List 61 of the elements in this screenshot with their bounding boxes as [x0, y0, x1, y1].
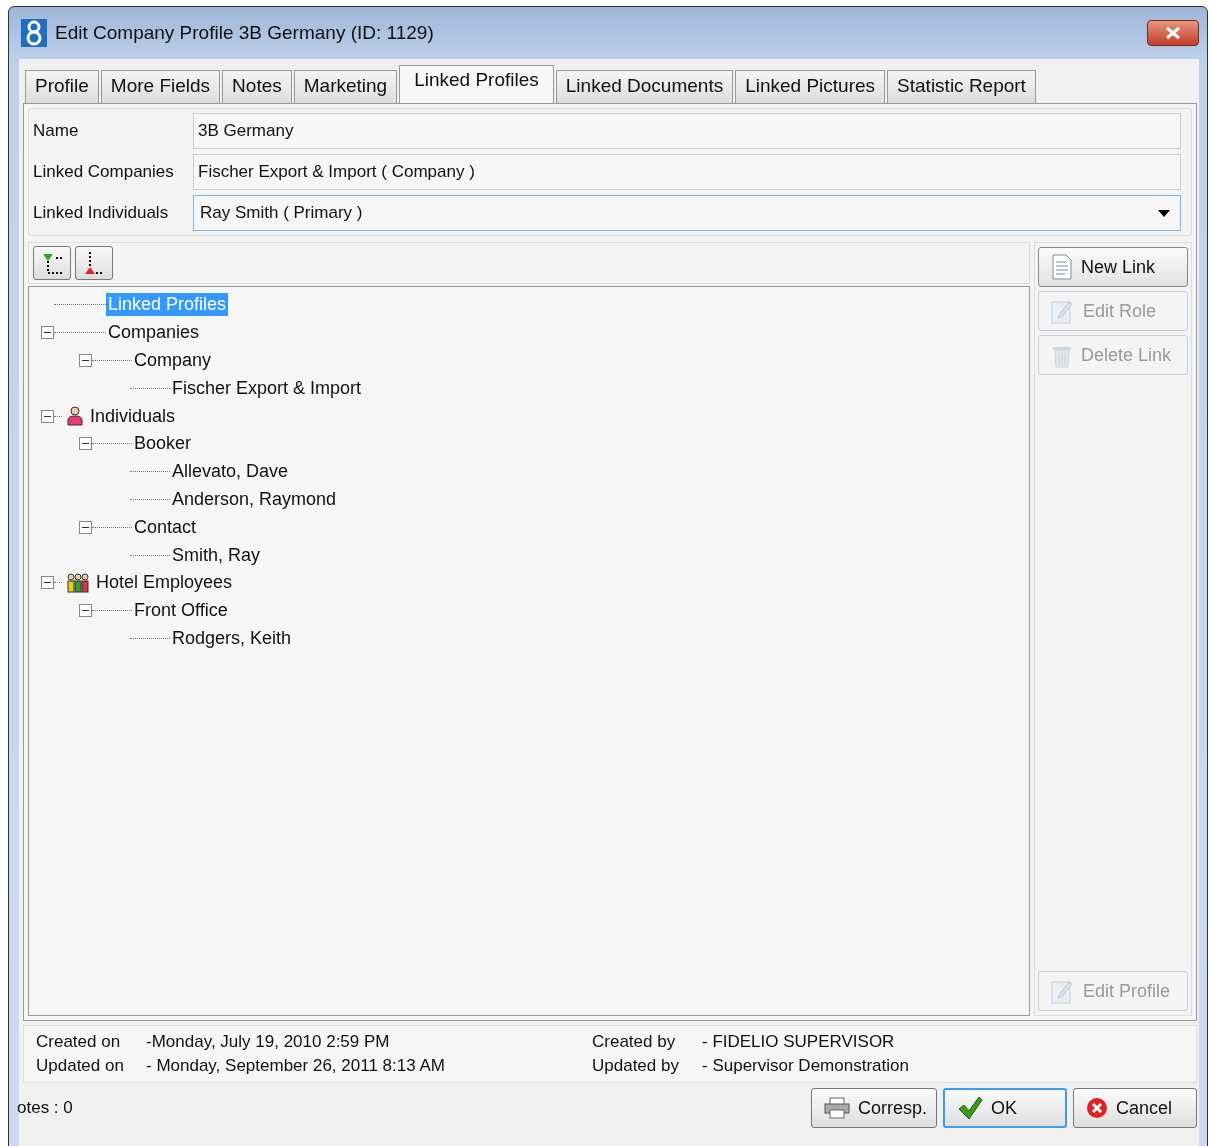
caret-icon: [1158, 209, 1170, 217]
check-icon: [957, 1096, 983, 1120]
text-field[interactable]: 3B Germany: [193, 113, 1181, 149]
tab[interactable]: Profile: [25, 70, 99, 103]
info-label: Created on: [36, 1032, 122, 1052]
tab[interactable]: Marketing: [293, 70, 398, 103]
window-title: Edit Company Profile 3B Germany (ID: 1129): [55, 22, 435, 44]
side-button[interactable]: New Link: [1038, 247, 1188, 287]
dialog-button[interactable]: Corresp.: [811, 1088, 937, 1128]
pencil-note-icon: [1051, 978, 1075, 1004]
document-icon: [1051, 254, 1073, 280]
collapse-box-icon[interactable]: [79, 354, 92, 367]
info-value: - FIDELIO SUPERVISOR: [702, 1032, 895, 1051]
people-group-icon: [66, 572, 90, 593]
info-value: - Supervisor Demonstration: [702, 1056, 909, 1075]
tab[interactable]: More Fields: [100, 70, 221, 103]
tree-item[interactable]: Fischer Export & Import: [170, 376, 364, 400]
field-label: Name: [33, 121, 80, 141]
info-value: - Monday, September 26, 2011 8:13 AM: [146, 1056, 445, 1075]
dialog-button[interactable]: OK: [943, 1088, 1067, 1128]
tab[interactable]: Statistic Report: [887, 70, 1036, 103]
tree-item[interactable]: Smith, Ray: [170, 543, 263, 567]
collapse-box-icon[interactable]: [41, 576, 54, 590]
collapse-box-icon[interactable]: [41, 326, 54, 340]
collapse-tree-button[interactable]: [75, 246, 113, 280]
pencil-note-icon: [1051, 298, 1075, 324]
tab[interactable]: Notes: [222, 70, 292, 103]
cancel-icon: [1086, 1097, 1108, 1119]
collapse-box-icon[interactable]: [79, 437, 92, 451]
tree-item[interactable]: Anderson, Raymond: [170, 487, 339, 511]
info-label: Updated on: [36, 1056, 125, 1076]
tab[interactable]: Linked Profiles: [399, 65, 554, 104]
dialog-button[interactable]: Cancel: [1073, 1088, 1197, 1128]
field-label: Linked Individuals: [33, 203, 170, 223]
collapse-box-icon[interactable]: [79, 520, 92, 534]
tree-item[interactable]: Companies: [106, 321, 202, 345]
tree-item[interactable]: Front Office: [132, 599, 230, 623]
collapse-box-icon[interactable]: [41, 409, 54, 423]
tab[interactable]: Linked Pictures: [735, 70, 886, 103]
tree-item[interactable]: Rodgers, Keith: [170, 626, 294, 650]
tree-item[interactable]: Booker: [132, 432, 194, 456]
tree-item[interactable]: Company: [132, 349, 214, 372]
app-logo-icon: [21, 19, 47, 47]
info-label: Updated by: [592, 1056, 680, 1076]
tab[interactable]: Linked Documents: [555, 70, 734, 103]
person-icon: [66, 406, 84, 427]
tree-item[interactable]: Hotel Employees: [94, 571, 235, 595]
info-value: -Monday, July 19, 2010 2:59 PM: [146, 1032, 390, 1051]
printer-icon: [824, 1097, 850, 1119]
field-label: Linked Companies: [33, 162, 175, 182]
expand-tree-button[interactable]: [33, 246, 71, 280]
info-label: Created by: [592, 1032, 677, 1052]
close-icon: [1164, 26, 1182, 40]
tree-item[interactable]: Contact: [132, 515, 199, 539]
collapse-box-icon[interactable]: [79, 604, 92, 618]
tree-item[interactable]: Individuals: [88, 404, 178, 428]
text-field[interactable]: Fischer Export & Import ( Company ): [193, 154, 1181, 190]
tree-item[interactable]: Allevato, Dave: [170, 460, 291, 484]
dropdown-field[interactable]: Ray Smith ( Primary ): [193, 195, 1181, 231]
close-button[interactable]: [1147, 20, 1199, 46]
notes-count: otes : 0: [17, 1098, 74, 1118]
